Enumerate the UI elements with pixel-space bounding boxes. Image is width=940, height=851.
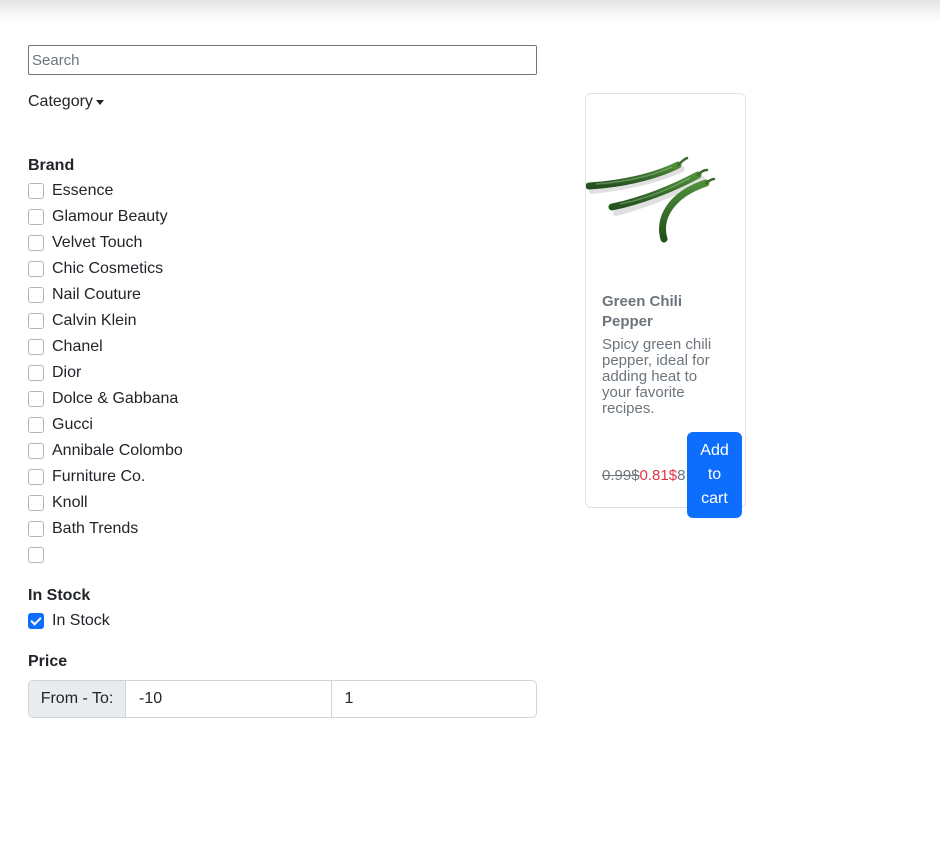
brand-option[interactable]: Furniture Co. (28, 467, 145, 487)
brand-option[interactable]: Gucci (28, 415, 93, 435)
product-price: 0.99$0.81$8 (602, 467, 688, 485)
brand-option[interactable]: Annibale Colombo (28, 441, 183, 461)
caret-down-icon (95, 100, 104, 105)
sale-price: 0.81$ (639, 467, 678, 484)
brand-option[interactable]: Nail Couture (28, 285, 141, 305)
brand-checkbox[interactable] (28, 547, 44, 563)
brand-option[interactable] (28, 545, 52, 565)
brand-label: Glamour Beauty (52, 208, 168, 225)
brand-checkbox[interactable] (28, 339, 44, 355)
brand-checkbox[interactable] (28, 287, 44, 303)
brand-option[interactable]: Chanel (28, 337, 103, 357)
brand-label: Gucci (52, 416, 93, 433)
in-stock-checkbox[interactable] (28, 613, 44, 629)
stock-title: In Stock (28, 587, 91, 604)
brand-label: Dolce & Gabbana (52, 390, 179, 407)
brand-checkbox[interactable] (28, 391, 44, 407)
brand-checkbox[interactable] (28, 469, 44, 485)
brand-checkbox[interactable] (28, 521, 44, 537)
category-label: Category (28, 93, 93, 110)
search-input[interactable] (28, 45, 537, 75)
brand-label: Velvet Touch (52, 234, 143, 251)
brand-option[interactable]: Velvet Touch (28, 233, 142, 253)
green-chili-image (586, 156, 716, 243)
category-dropdown[interactable]: Category (28, 93, 104, 111)
brand-option[interactable]: Knoll (28, 493, 88, 513)
product-card: Green Chili Pepper Spicy green chili pep… (585, 93, 746, 518)
price-title: Price (28, 653, 68, 670)
brand-label: Dior (52, 364, 82, 381)
stock-option[interactable]: In Stock (28, 611, 110, 631)
brand-option[interactable]: Calvin Klein (28, 311, 136, 331)
add-to-cart-button[interactable]: Add to cart (687, 432, 742, 518)
brand-label: Calvin Klein (52, 312, 137, 329)
top-shadow (0, 0, 940, 22)
brand-option[interactable]: Dolce & Gabbana (28, 389, 178, 409)
brand-label: Annibale Colombo (52, 442, 183, 459)
in-stock-label: In Stock (52, 612, 110, 629)
product-title: Green Chili Pepper (602, 293, 683, 330)
brand-checkbox[interactable] (28, 495, 44, 511)
brand-option[interactable]: Bath Trends (28, 519, 138, 539)
brand-label: Chic Cosmetics (52, 260, 164, 277)
brand-label: Essence (52, 182, 114, 199)
brand-option[interactable]: Glamour Beauty (28, 207, 168, 227)
price-range: From - To: -10 1 (28, 680, 537, 718)
brand-checkbox[interactable] (28, 443, 44, 459)
price-range-label: From - To: (29, 681, 126, 717)
brand-checkbox[interactable] (28, 417, 44, 433)
old-price: 0.99$ (602, 467, 640, 484)
brand-option[interactable]: Dior (28, 363, 81, 383)
brand-label: Knoll (52, 494, 88, 511)
price-tail: 8 (677, 467, 686, 484)
brand-label: Nail Couture (52, 286, 141, 303)
brand-checkbox[interactable] (28, 313, 44, 329)
brand-checkbox[interactable] (28, 235, 44, 251)
brand-checkbox[interactable] (28, 209, 44, 225)
product-description: Spicy green chili pepper, ideal for addi… (602, 336, 712, 417)
brand-checkbox[interactable] (28, 261, 44, 277)
brand-checkbox[interactable] (28, 183, 44, 199)
brand-option[interactable]: Essence (28, 181, 113, 201)
brand-title: Brand (28, 157, 75, 174)
price-to-input[interactable]: 1 (330, 681, 537, 717)
price-from-input[interactable]: -10 (126, 681, 331, 717)
brand-label: Bath Trends (52, 520, 139, 537)
brand-label: Furniture Co. (52, 468, 146, 485)
brand-label: Chanel (52, 338, 103, 355)
brand-option[interactable]: Chic Cosmetics (28, 259, 163, 279)
brand-checkbox[interactable] (28, 365, 44, 381)
